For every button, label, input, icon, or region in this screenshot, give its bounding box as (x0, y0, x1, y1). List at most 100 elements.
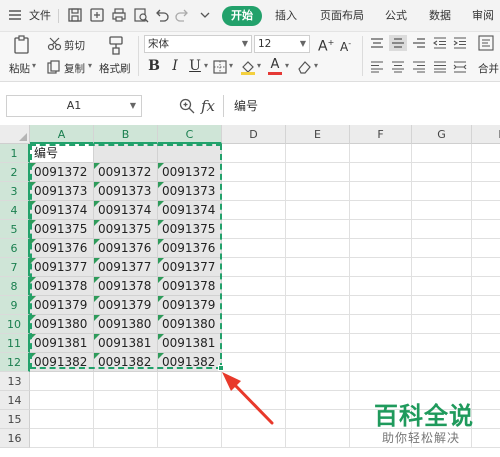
zoom-search-icon[interactable] (178, 97, 196, 115)
cell-c1[interactable] (158, 144, 222, 163)
tab-formulas[interactable]: 公式 (385, 7, 407, 25)
cell-g13[interactable] (412, 372, 472, 391)
cell-e12[interactable] (286, 353, 350, 372)
cell-b11[interactable]: 0091381 (94, 334, 158, 353)
cell-e1[interactable] (286, 144, 350, 163)
print-preview-icon[interactable] (132, 6, 150, 24)
paste-icon[interactable] (12, 34, 32, 56)
row-header-9[interactable]: 9 (0, 296, 30, 315)
paste-button[interactable]: 粘贴 (9, 61, 30, 76)
cell-a5[interactable]: 0091375 (30, 220, 94, 239)
redo-icon[interactable] (173, 6, 191, 24)
column-header-f[interactable]: F (350, 125, 412, 144)
tab-review[interactable]: 审阅 (472, 7, 494, 25)
row-header-13[interactable]: 13 (0, 372, 30, 391)
cell-h10[interactable] (472, 315, 500, 334)
cell-d3[interactable] (222, 182, 286, 201)
cell-d4[interactable] (222, 201, 286, 220)
name-box[interactable]: A1 ▼ (6, 95, 142, 117)
cell-b12[interactable]: 0091382 (94, 353, 158, 372)
cell-a2[interactable]: 0091372 (30, 163, 94, 182)
fill-handle[interactable] (218, 365, 224, 371)
cell-f10[interactable] (350, 315, 412, 334)
border-dropdown-icon[interactable]: ▾ (229, 61, 233, 70)
row-header-12[interactable]: 12 (0, 353, 30, 372)
cell-a16[interactable] (30, 429, 94, 448)
cell-b3[interactable]: 0091373 (94, 182, 158, 201)
file-menu[interactable]: 文件 (29, 7, 51, 25)
tab-data[interactable]: 数据 (429, 7, 451, 25)
cell-e5[interactable] (286, 220, 350, 239)
column-header-h[interactable]: H (472, 125, 500, 144)
row-header-5[interactable]: 5 (0, 220, 30, 239)
cell-d7[interactable] (222, 258, 286, 277)
cell-c11[interactable]: 0091381 (158, 334, 222, 353)
column-header-g[interactable]: G (412, 125, 472, 144)
justify-icon[interactable] (433, 61, 447, 73)
cell-b14[interactable] (94, 391, 158, 410)
fill-color-icon[interactable] (240, 59, 256, 75)
cell-d5[interactable] (222, 220, 286, 239)
cell-f11[interactable] (350, 334, 412, 353)
cell-f1[interactable] (350, 144, 412, 163)
underline-icon[interactable]: U (188, 57, 202, 75)
cell-b16[interactable] (94, 429, 158, 448)
hamburger-menu-icon[interactable] (6, 6, 24, 24)
cell-e14[interactable] (286, 391, 350, 410)
cell-d13[interactable] (222, 372, 286, 391)
cell-e4[interactable] (286, 201, 350, 220)
cell-b5[interactable]: 0091375 (94, 220, 158, 239)
chevron-down-icon[interactable] (196, 6, 214, 24)
format-painter-button[interactable]: 格式刷 (99, 61, 131, 76)
font-color-dropdown-icon[interactable]: ▾ (285, 61, 289, 70)
cell-h2[interactable] (472, 163, 500, 182)
cell-a14[interactable] (30, 391, 94, 410)
cell-c9[interactable]: 0091379 (158, 296, 222, 315)
cell-h4[interactable] (472, 201, 500, 220)
align-right-icon[interactable] (412, 61, 426, 73)
cell-f2[interactable] (350, 163, 412, 182)
fx-icon[interactable]: fx (201, 96, 215, 116)
cell-f12[interactable] (350, 353, 412, 372)
cell-b6[interactable]: 0091376 (94, 239, 158, 258)
cell-g1[interactable] (412, 144, 472, 163)
paste-dropdown-icon[interactable]: ▾ (32, 61, 36, 70)
cell-g9[interactable] (412, 296, 472, 315)
cell-g2[interactable] (412, 163, 472, 182)
clear-dropdown-icon[interactable]: ▾ (314, 61, 318, 70)
cell-h6[interactable] (472, 239, 500, 258)
cell-b7[interactable]: 0091377 (94, 258, 158, 277)
cell-d12[interactable] (222, 353, 286, 372)
cell-b1[interactable] (94, 144, 158, 163)
row-header-14[interactable]: 14 (0, 391, 30, 410)
cell-e9[interactable] (286, 296, 350, 315)
row-header-16[interactable]: 16 (0, 429, 30, 448)
row-header-10[interactable]: 10 (0, 315, 30, 334)
cell-g7[interactable] (412, 258, 472, 277)
cell-g10[interactable] (412, 315, 472, 334)
decrease-indent-icon[interactable] (433, 37, 447, 49)
tab-page-layout[interactable]: 页面布局 (320, 7, 364, 25)
cell-a12[interactable]: 0091382 (30, 353, 94, 372)
cell-g12[interactable] (412, 353, 472, 372)
cell-g3[interactable] (412, 182, 472, 201)
cell-a10[interactable]: 0091380 (30, 315, 94, 334)
tab-insert[interactable]: 插入 (275, 7, 297, 25)
align-top-icon[interactable] (370, 37, 384, 49)
clear-format-icon[interactable] (296, 60, 312, 74)
cell-h9[interactable] (472, 296, 500, 315)
cell-d11[interactable] (222, 334, 286, 353)
cell-f7[interactable] (350, 258, 412, 277)
cell-g4[interactable] (412, 201, 472, 220)
column-header-d[interactable]: D (222, 125, 286, 144)
column-header-c[interactable]: C (158, 125, 222, 144)
cell-h12[interactable] (472, 353, 500, 372)
copy-button[interactable]: 复制 (64, 61, 85, 76)
cell-f9[interactable] (350, 296, 412, 315)
cell-d1[interactable] (222, 144, 286, 163)
wrap-text-icon[interactable] (478, 35, 494, 51)
cell-c13[interactable] (158, 372, 222, 391)
cell-d8[interactable] (222, 277, 286, 296)
cell-c14[interactable] (158, 391, 222, 410)
increase-font-icon[interactable]: A+ (318, 35, 334, 55)
